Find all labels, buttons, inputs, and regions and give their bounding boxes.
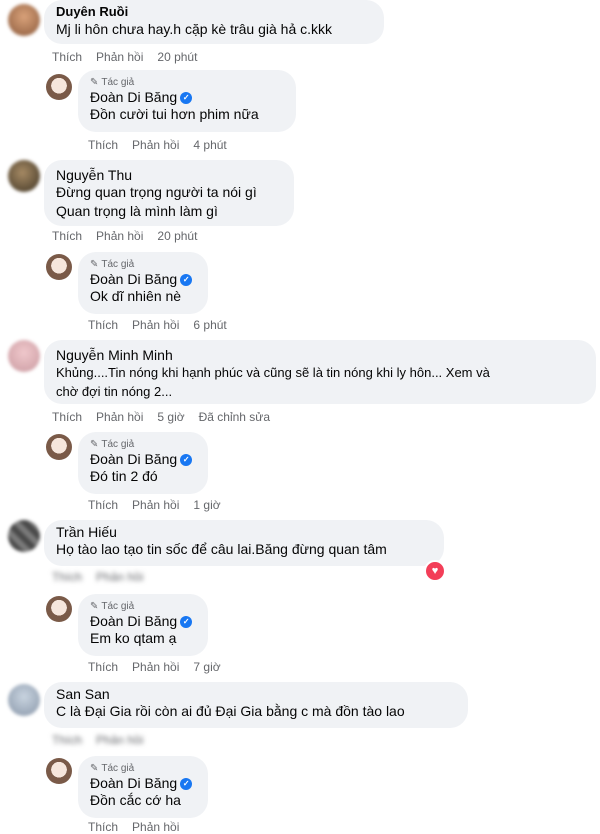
comment-text: chờ đợi tin nóng 2... [56,384,173,399]
reply-button[interactable]: Phản hồi [96,410,143,424]
reply-button[interactable]: Phản hồi [132,498,179,512]
avatar[interactable] [46,254,72,280]
verified-icon: ✓ [180,274,193,287]
verified-icon: ✓ [180,616,193,629]
like-button[interactable]: Thích [88,660,118,674]
comment-author[interactable]: Nguyễn Thu [56,167,282,183]
comment-text: Đồn cười tui hơn phim nữa [90,106,259,122]
like-button[interactable]: Thích [88,498,118,512]
comment-time[interactable]: 20 phút [157,229,197,243]
like-button[interactable]: Thích [88,138,118,152]
avatar[interactable] [8,684,40,716]
comment-actions: Thích Phản hồi 4 phút [88,138,227,152]
avatar[interactable] [46,758,72,784]
avatar[interactable] [8,340,40,372]
like-button[interactable]: Thích [88,820,118,834]
comment-text: Đó tin 2 đó [90,468,158,484]
reply-button[interactable]: Phản hồi [96,229,143,243]
comment-text: Mj li hôn chưa hay.h cặp kè trâu già hả … [56,21,333,37]
edited-label: Đã chỉnh sửa [198,410,271,424]
comment-actions: Thích Phản hồi [88,820,179,834]
comment-time[interactable]: 20 phút [157,50,197,64]
reply-bubble: ✎ Tác giả Đoàn Di Băng ✓ Ok dĩ nhiên nè [78,252,208,314]
comment-time[interactable]: 6 phút [193,318,226,332]
comment-actions: Thích Phản hồi 20 phút [52,229,197,243]
comment-bubble: Duyên Ruồi Mj li hôn chưa hay.h cặp kè t… [44,0,384,44]
reply-button[interactable]: Phản hồi [96,733,143,747]
comment-time[interactable]: 1 giờ [193,498,220,512]
like-button[interactable]: Thích [88,318,118,332]
like-button[interactable]: Thích [52,50,82,64]
comment-bubble: Trần Hiếu Họ tào lao tạo tin sốc để câu … [44,520,444,566]
comment-time[interactable]: 7 giờ [193,660,220,674]
comment-text: Họ tào lao tạo tin sốc để câu lai.Băng đ… [56,541,387,557]
reply-button[interactable]: Phản hồi [132,318,179,332]
comment-author[interactable]: Đoàn Di Băng ✓ [90,89,284,105]
comment-text: Đừng quan trọng người ta nói gì [56,184,257,200]
comment-author[interactable]: Đoàn Di Băng ✓ [90,451,196,467]
author-badge: ✎ Tác giả [90,601,135,612]
comment-actions: Thích Phản hồi 1 giờ [88,498,221,512]
comment-bubble: Nguyễn Minh Minh Khủng....Tin nóng khi h… [44,340,596,404]
comment-author[interactable]: Nguyễn Minh Minh [56,347,584,363]
reply-button[interactable]: Phản hồi [132,820,179,834]
verified-icon: ✓ [180,454,193,467]
comment-text: Quan trọng là mình làm gì [56,203,218,219]
verified-icon: ✓ [180,92,193,105]
comment-actions: Thích Phản hồi 5 giờ Đã chỉnh sửa [52,410,270,424]
comment-author[interactable]: Đoàn Di Băng ✓ [90,613,196,629]
author-badge: ✎ Tác giả [90,259,135,270]
like-button[interactable]: Thích [52,410,82,424]
pencil-icon: ✎ [90,259,99,270]
reply-bubble: ✎ Tác giả Đoàn Di Băng ✓ Đồn cắc cớ ha [78,756,208,818]
comment-bubble: Nguyễn Thu Đừng quan trọng người ta nói … [44,160,294,226]
reply-button[interactable]: Phản hồi [132,660,179,674]
comment-actions: Thích Phản hồi 7 giờ [88,660,221,674]
avatar[interactable] [8,160,40,192]
comment-actions: Thích Phản hồi [52,570,143,584]
reply-button[interactable]: Phản hồi [96,50,143,64]
comment-text: Đồn cắc cớ ha [90,792,181,808]
comment-text: Khủng....Tin nóng khi hạnh phúc và cũng … [56,365,490,380]
reply-bubble: ✎ Tác giả Đoàn Di Băng ✓ Đồn cười tui hơn … [78,70,296,132]
comment-text: Em ko qtam ạ [90,630,177,646]
reply-button[interactable]: Phản hồi [96,570,143,584]
like-button[interactable]: Thích [52,229,82,243]
reply-button[interactable]: Phản hồi [132,138,179,152]
like-button[interactable]: Thích [52,733,82,747]
comment-text: C là Đại Gia rồi còn ai đủ Đại Gia bằng … [56,703,405,719]
comment-actions: Thích Phản hồi 20 phút [52,50,197,64]
reply-bubble: ✎ Tác giả Đoàn Di Băng ✓ Em ko qtam ạ [78,594,208,656]
reply-bubble: ✎ Tác giả Đoàn Di Băng ✓ Đó tin 2 đó [78,432,208,494]
author-badge: ✎ Tác giả [90,763,135,774]
avatar[interactable] [8,520,40,552]
comment-author[interactable]: Trần Hiếu [56,524,432,540]
comment-author[interactable]: Duyên Ruồi [56,4,372,20]
comment-bubble: San San C là Đại Gia rồi còn ai đủ Đại G… [44,682,468,728]
heart-reaction-icon[interactable]: ♥ [424,560,446,582]
verified-icon: ✓ [180,778,193,791]
avatar[interactable] [46,434,72,460]
avatar[interactable] [8,4,40,36]
pencil-icon: ✎ [90,763,99,774]
comment-time[interactable]: 5 giờ [157,410,184,424]
avatar[interactable] [46,74,72,100]
avatar[interactable] [46,596,72,622]
pencil-icon: ✎ [90,439,99,450]
pencil-icon: ✎ [90,77,99,88]
comment-text: Ok dĩ nhiên nè [90,288,182,304]
comment-actions: Thích Phản hồi 6 phút [88,318,227,332]
like-button[interactable]: Thích [52,570,82,584]
comment-author[interactable]: San San [56,686,456,702]
comment-actions: Thích Phản hồi [52,733,143,747]
pencil-icon: ✎ [90,601,99,612]
comment-time[interactable]: 4 phút [193,138,226,152]
comment-author[interactable]: Đoàn Di Băng ✓ [90,775,196,791]
author-badge: ✎ Tác giả [90,77,135,88]
author-badge: ✎ Tác giả [90,439,135,450]
comment-author[interactable]: Đoàn Di Băng ✓ [90,271,196,287]
